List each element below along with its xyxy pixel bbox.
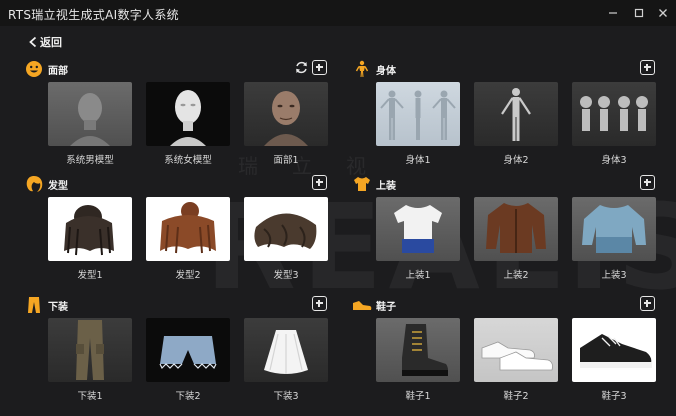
face-card-2[interactable]: [146, 82, 230, 146]
bottom-card-2[interactable]: [146, 318, 230, 382]
black-canvas-shoe-thumbnail: [580, 334, 652, 368]
hair-card-2[interactable]: [146, 197, 230, 261]
body-caption-1: 身体1: [405, 155, 431, 166]
section-face: 面部 系统男模型 系统女模型 面部1: [24, 60, 334, 172]
minimize-icon: [609, 12, 617, 14]
hoodie-thumbnail: [582, 205, 646, 253]
face-card-3[interactable]: [244, 82, 328, 146]
female-head-thumbnail: [170, 90, 206, 146]
bottom-caption-2: 下装2: [175, 391, 201, 402]
shoes-card-1[interactable]: [376, 318, 460, 382]
hair-caption-3: 发型3: [273, 270, 299, 281]
top-caption-2: 上装2: [503, 270, 529, 281]
bottom-caption-3: 下装3: [273, 391, 299, 402]
section-shoes: 鞋子 鞋子1 鞋子2 鞋子3: [352, 296, 662, 408]
back-label: 返回: [40, 36, 62, 49]
bottom-card-3[interactable]: [244, 318, 328, 382]
refresh-button[interactable]: [294, 60, 309, 75]
hair-card-1[interactable]: [48, 197, 132, 261]
shoes-caption-2: 鞋子2: [503, 391, 529, 402]
app-title: RTS瑞立视生成式AI数字人系统: [8, 8, 179, 22]
section-title: 面部: [48, 65, 68, 77]
male-head-thumbnail: [70, 93, 110, 146]
top-card-2[interactable]: [474, 197, 558, 261]
tshirt-icon: [352, 175, 372, 193]
pants-icon: [24, 296, 44, 314]
add-hair-button[interactable]: [312, 175, 327, 190]
bald-man-thumbnail: [264, 91, 308, 146]
top-card-3[interactable]: [572, 197, 656, 261]
add-body-button[interactable]: [640, 60, 655, 75]
section-header: 面部: [24, 60, 68, 78]
section-title: 身体: [376, 65, 396, 77]
maximize-button[interactable]: [630, 4, 648, 22]
body-card-3[interactable]: [572, 82, 656, 146]
person-figure-icon: [352, 60, 372, 78]
section-header: 下装: [24, 296, 68, 314]
body-caption-2: 身体2: [503, 155, 529, 166]
hair-thumbnail-1: [64, 205, 114, 256]
smiley-face-icon: [24, 60, 44, 78]
leather-jacket-thumbnail: [486, 203, 546, 253]
white-skirt-thumbnail: [264, 330, 308, 374]
section-body: 身体 身体1 身体2 身体3: [352, 60, 662, 172]
body-figure-thumbnail: [501, 88, 531, 141]
child-figures-thumbnail: [580, 96, 648, 131]
white-tshirt-thumbnail: [394, 205, 442, 253]
shoes-caption-1: 鞋子1: [405, 391, 431, 402]
bottom-card-1[interactable]: [48, 318, 132, 382]
refresh-icon: [296, 61, 307, 74]
section-header: 发型: [24, 175, 68, 193]
work-boot-thumbnail: [402, 324, 448, 376]
top-card-1[interactable]: [376, 197, 460, 261]
face-caption-3: 面部1: [273, 155, 299, 166]
body-card-1[interactable]: [376, 82, 460, 146]
top-caption-1: 上装1: [405, 270, 431, 281]
shoes-card-3[interactable]: [572, 318, 656, 382]
minimize-button[interactable]: [604, 4, 622, 22]
white-sneakers-thumbnail: [481, 341, 553, 371]
shoes-card-2[interactable]: [474, 318, 558, 382]
denim-shorts-thumbnail: [159, 336, 217, 370]
section-header: 鞋子: [352, 296, 396, 314]
body-views-thumbnail: [380, 90, 456, 140]
title-bar: RTS瑞立视生成式AI数字人系统: [0, 0, 676, 26]
section-hair: 发型 发型1 发型2 发型3: [24, 175, 334, 287]
chevron-left-icon: [29, 36, 37, 48]
back-button[interactable]: 返回: [28, 34, 62, 50]
shoes-caption-3: 鞋子3: [601, 391, 627, 402]
section-bottom: 下装 下装1 下装2 下装3: [24, 296, 334, 408]
hair-icon: [24, 175, 44, 193]
face-caption-1: 系统男模型: [66, 155, 114, 166]
section-top: 上装 上装1 上装2 上装3: [352, 175, 662, 287]
section-header: 身体: [352, 60, 396, 78]
hair-thumbnail-2: [160, 202, 216, 254]
hair-card-3[interactable]: [244, 197, 328, 261]
close-icon: [659, 9, 667, 17]
add-bottom-button[interactable]: [312, 296, 327, 311]
maximize-icon: [634, 8, 644, 18]
section-header: 上装: [352, 175, 396, 193]
section-title: 上装: [376, 180, 396, 192]
section-title: 下装: [48, 301, 68, 313]
hair-caption-2: 发型2: [175, 270, 201, 281]
cargo-pants-thumbnail: [76, 320, 104, 380]
close-button[interactable]: [654, 4, 672, 22]
add-face-button[interactable]: [312, 60, 327, 75]
top-caption-3: 上装3: [601, 270, 627, 281]
hair-caption-1: 发型1: [77, 270, 103, 281]
hair-thumbnail-3: [254, 213, 317, 249]
bottom-caption-1: 下装1: [77, 391, 103, 402]
shoe-icon: [352, 296, 372, 314]
body-caption-3: 身体3: [601, 155, 627, 166]
section-title: 发型: [48, 180, 68, 192]
face-card-1[interactable]: [48, 82, 132, 146]
add-shoes-button[interactable]: [640, 296, 655, 311]
body-card-2[interactable]: [474, 82, 558, 146]
add-top-button[interactable]: [640, 175, 655, 190]
section-title: 鞋子: [376, 301, 396, 313]
face-caption-2: 系统女模型: [164, 155, 212, 166]
